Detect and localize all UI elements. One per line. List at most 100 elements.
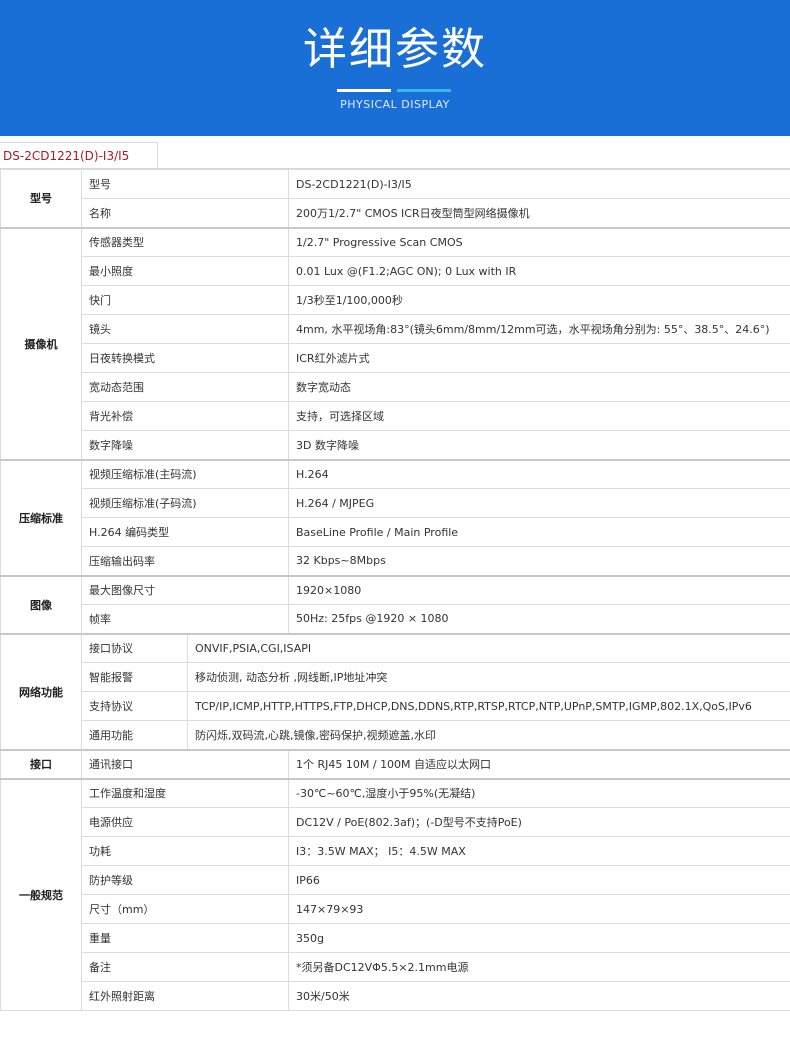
spec-value: 3D 数字降噪 [288, 430, 790, 460]
spec-value: 1个 RJ45 10M / 100M 自适应以太网口 [288, 748, 790, 779]
page-subtitle: PHYSICAL DISPLAY [340, 98, 450, 111]
spec-value: DS-2CD1221(D)-I3/I5 [288, 169, 790, 199]
table-row: 一般规范 工作温度和湿度 -30℃~60℃,湿度小于95%(无凝结) [0, 777, 790, 1011]
spec-value: I3：3.5W MAX； I5：4.5W MAX [288, 836, 790, 866]
spec-label: 日夜转换模式 [81, 343, 289, 373]
table-row: 智能报警 移动侦测, 动态分析 ,网线断,IP地址冲突 [1, 662, 790, 692]
title-underline-blue [397, 89, 451, 92]
spec-label: 支持协议 [81, 691, 188, 721]
spec-label: 防护等级 [81, 865, 289, 895]
header-banner: 详细参数 PHYSICAL DISPLAY [0, 0, 790, 136]
spec-value: 数字宽动态 [288, 372, 790, 402]
spec-value: 147×79×93 [288, 894, 790, 924]
category-cell: 压缩标准 [0, 458, 82, 576]
spec-label: 视频压缩标准(子码流) [81, 488, 289, 518]
spec-label: 通讯接口 [81, 748, 289, 779]
spec-label: 最小照度 [81, 256, 289, 286]
spec-value: 1/3秒至1/100,000秒 [288, 285, 790, 315]
spec-label: 智能报警 [81, 662, 188, 692]
spec-value: 32 Kbps~8Mbps [288, 546, 790, 576]
spec-label: 备注 [81, 952, 289, 982]
spec-value: 1920×1080 [288, 574, 790, 605]
table-row: 图像 最大图像尺寸 1920×1080 [0, 574, 790, 634]
category-cell: 摄像机 [0, 226, 82, 460]
table-row: 背光补偿 支持，可选择区域 [1, 401, 790, 431]
spec-value: 防闪烁,双码流,心跳,镜像,密码保护,视频遮盖,水印 [187, 720, 790, 750]
spec-label: 压缩输出码率 [81, 546, 289, 576]
spec-value: TCP/IP,ICMP,HTTP,HTTPS,FTP,DHCP,DNS,DDNS… [187, 691, 790, 721]
tab-model[interactable]: DS-2CD1221(D)-I3/I5 [0, 142, 158, 168]
spec-value: ONVIF,PSIA,CGI,ISAPI [187, 632, 790, 663]
spec-value: H.264 / MJPEG [288, 488, 790, 518]
spec-value: ICR红外滤片式 [288, 343, 790, 373]
table-row: 日夜转换模式 ICR红外滤片式 [1, 343, 790, 373]
table-row: 重量 350g [1, 923, 790, 953]
table-row: 宽动态范围 数字宽动态 [1, 372, 790, 402]
spec-label: 电源供应 [81, 807, 289, 837]
table-row: 最小照度 0.01 Lux @(F1.2;AGC ON); 0 Lux with … [1, 256, 790, 286]
table-row: 网络功能 接口协议 ONVIF,PSIA,CGI,ISAPI [0, 632, 790, 750]
spec-label: 镜头 [81, 314, 289, 344]
table-row: 接口 通讯接口 1个 RJ45 10M / 100M 自适应以太网口 [0, 748, 790, 779]
spec-label: 数字降噪 [81, 430, 289, 460]
table-row: 镜头 4mm, 水平视场角:83°(镜头6mm/8mm/12mm可选，水平视场角分… [1, 314, 790, 344]
spec-label: 背光补偿 [81, 401, 289, 431]
title-underline-white [337, 89, 391, 92]
table-row: 帧率 50Hz: 25fps @1920 × 1080 [1, 604, 790, 634]
spec-table: 型号 型号 DS-2CD1221(D)-I3/I5 名称 200万1/2.7" CMOS… [0, 169, 790, 1011]
spec-value: IP66 [288, 865, 790, 895]
spec-label: 名称 [81, 198, 289, 228]
spec-value: *须另备DC12VΦ5.5×2.1mm电源 [288, 952, 790, 982]
spec-label: 功耗 [81, 836, 289, 866]
spec-value: 50Hz: 25fps @1920 × 1080 [288, 604, 790, 634]
table-row: 视频压缩标准(子码流) H.264 / MJPEG [1, 488, 790, 518]
spec-value: 4mm, 水平视场角:83°(镜头6mm/8mm/12mm可选，水平视场角分别为… [288, 314, 790, 344]
table-row: 尺寸（mm） 147×79×93 [1, 894, 790, 924]
table-row: 快门 1/3秒至1/100,000秒 [1, 285, 790, 315]
spec-label: 最大图像尺寸 [81, 574, 289, 605]
table-row: 名称 200万1/2.7" CMOS ICR日夜型筒型网络摄像机 [1, 198, 790, 228]
spec-label: 工作温度和湿度 [81, 777, 289, 808]
spec-label: 型号 [81, 169, 289, 199]
table-row: 红外照射距离 30米/50米 [1, 981, 790, 1011]
spec-label: 尺寸（mm） [81, 894, 289, 924]
page-title: 详细参数 [303, 24, 487, 75]
table-row: H.264 编码类型 BaseLine Profile / Main Profil… [1, 517, 790, 547]
category-cell: 型号 [0, 169, 82, 228]
table-row: 压缩标准 视频压缩标准(主码流) H.264 [0, 458, 790, 576]
spec-label: 红外照射距离 [81, 981, 289, 1011]
spec-value: 350g [288, 923, 790, 953]
category-cell: 网络功能 [0, 632, 82, 750]
spec-label: 快门 [81, 285, 289, 315]
spec-value: DC12V / PoE(802.3af)；(-D型号不支持PoE) [288, 807, 790, 837]
table-row: 防护等级 IP66 [1, 865, 790, 895]
spec-label: 宽动态范围 [81, 372, 289, 402]
table-row: 通用功能 防闪烁,双码流,心跳,镜像,密码保护,视频遮盖,水印 [1, 720, 790, 750]
category-cell: 图像 [0, 574, 82, 634]
spec-value: 移动侦测, 动态分析 ,网线断,IP地址冲突 [187, 662, 790, 692]
table-row: 功耗 I3：3.5W MAX； I5：4.5W MAX [1, 836, 790, 866]
spec-label: 重量 [81, 923, 289, 953]
spec-value: H.264 [288, 458, 790, 489]
spec-label: 传感器类型 [81, 226, 289, 257]
spec-label: 帧率 [81, 604, 289, 634]
spec-value: 支持，可选择区域 [288, 401, 790, 431]
table-row: 型号 型号 DS-2CD1221(D)-I3/I5 [0, 169, 790, 228]
table-row: 电源供应 DC12V / PoE(802.3af)；(-D型号不支持PoE) [1, 807, 790, 837]
spec-value: 0.01 Lux @(F1.2;AGC ON); 0 Lux with IR [288, 256, 790, 286]
spec-label: 视频压缩标准(主码流) [81, 458, 289, 489]
spec-value: 30米/50米 [288, 981, 790, 1011]
spec-label: 接口协议 [81, 632, 188, 663]
spec-label: H.264 编码类型 [81, 517, 289, 547]
category-cell: 一般规范 [0, 777, 82, 1011]
spec-value: 1/2.7" Progressive Scan CMOS [288, 226, 790, 257]
category-cell: 接口 [0, 748, 82, 779]
table-row: 数字降噪 3D 数字降噪 [1, 430, 790, 460]
table-row: 备注 *须另备DC12VΦ5.5×2.1mm电源 [1, 952, 790, 982]
spec-value: -30℃~60℃,湿度小于95%(无凝结) [288, 777, 790, 808]
table-row: 摄像机 传感器类型 1/2.7" Progressive Scan CMOS [0, 226, 790, 460]
spec-value: BaseLine Profile / Main Profile [288, 517, 790, 547]
table-row: 支持协议 TCP/IP,ICMP,HTTP,HTTPS,FTP,DHCP,DNS,… [1, 691, 790, 721]
spec-value: 200万1/2.7" CMOS ICR日夜型筒型网络摄像机 [288, 198, 790, 228]
spec-label: 通用功能 [81, 720, 188, 750]
